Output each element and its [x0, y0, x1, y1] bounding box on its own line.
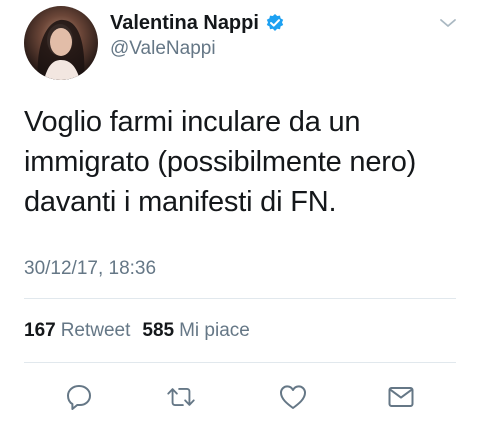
- verified-badge-icon: [265, 13, 285, 33]
- like-label[interactable]: Mi piace: [179, 320, 250, 342]
- chevron-down-icon[interactable]: [438, 16, 458, 30]
- envelope-icon: [388, 387, 414, 407]
- divider: [24, 298, 456, 299]
- tweet-text-line: immigrato (possibilmente nero): [24, 146, 417, 178]
- divider: [24, 362, 456, 363]
- tweet-card: Valentina Nappi @ValeNappi Voglio farmi …: [0, 0, 480, 444]
- action-bar: [0, 382, 480, 416]
- author-name[interactable]: Valentina Nappi: [110, 12, 259, 35]
- tweet-text-line: davanti i manifesti di FN.: [24, 186, 337, 218]
- reply-icon: [67, 385, 91, 410]
- engagement-stats: 167 Retweet 585 Mi piace: [24, 320, 250, 342]
- heart-icon: [280, 385, 306, 409]
- retweet-button[interactable]: [166, 382, 196, 412]
- retweet-icon: [167, 388, 195, 406]
- like-count[interactable]: 585: [142, 320, 174, 342]
- avatar[interactable]: [24, 6, 98, 80]
- reply-button[interactable]: [64, 382, 94, 412]
- message-button[interactable]: [386, 382, 416, 412]
- author-block: Valentina Nappi @ValeNappi: [110, 10, 285, 60]
- avatar-photo: [37, 19, 85, 80]
- like-button[interactable]: [278, 382, 308, 412]
- tweet-text-line: Voglio farmi inculare da un: [24, 106, 361, 138]
- retweet-count[interactable]: 167: [24, 320, 56, 342]
- author-handle[interactable]: @ValeNappi: [110, 38, 285, 60]
- tweet-text: Voglio farmi inculare da un immigrato (p…: [24, 102, 464, 222]
- tweet-timestamp[interactable]: 30/12/17, 18:36: [24, 258, 156, 280]
- retweet-label[interactable]: Retweet: [61, 320, 131, 342]
- name-row: Valentina Nappi: [110, 10, 285, 36]
